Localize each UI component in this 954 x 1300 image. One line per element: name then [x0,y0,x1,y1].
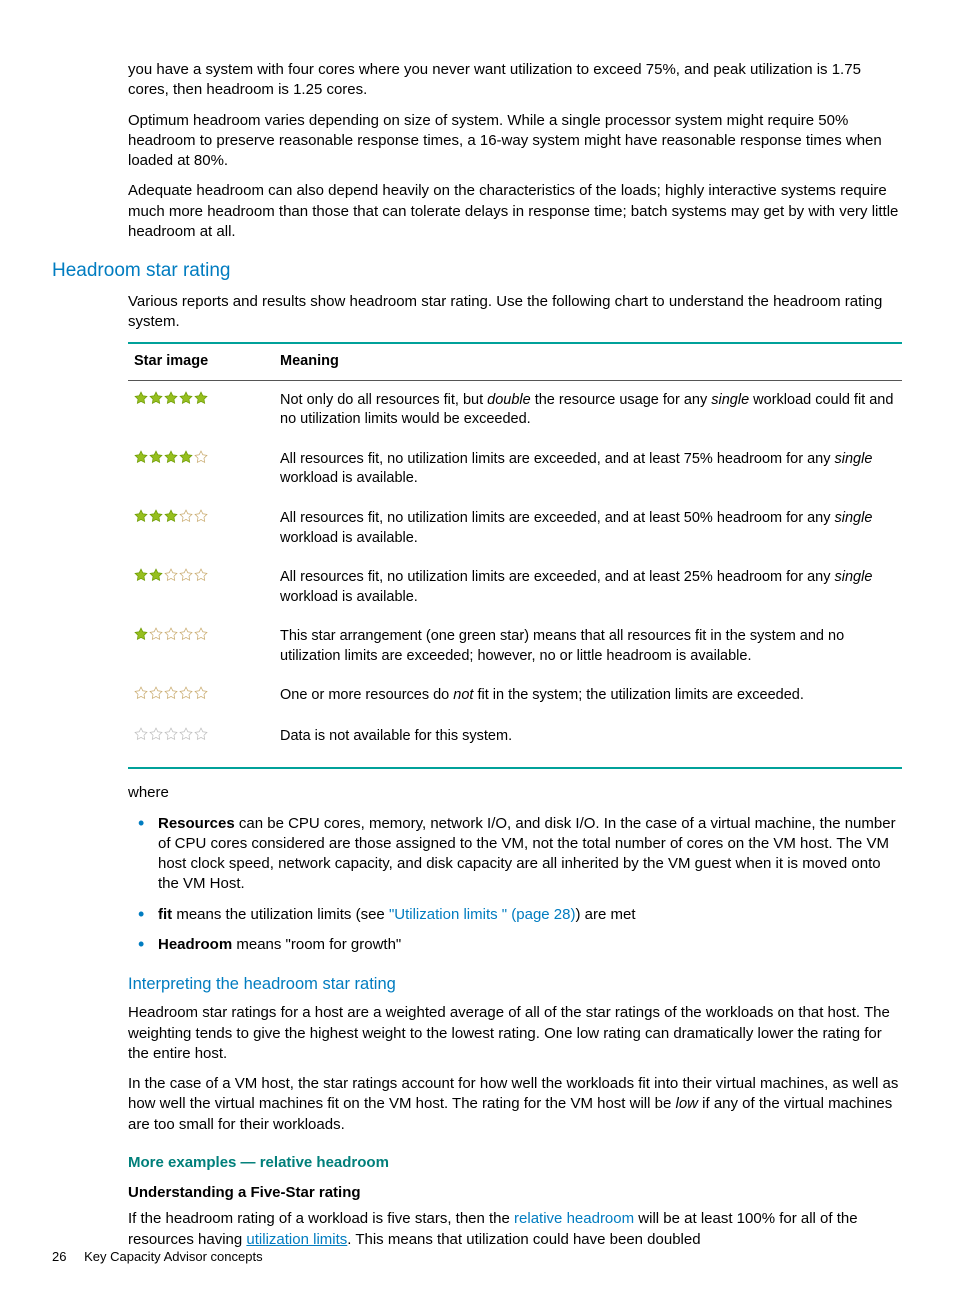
star-outline-icon [164,686,178,700]
star-filled-icon [164,450,178,464]
paragraph: you have a system with four cores where … [128,60,902,101]
star-outline-icon [179,509,193,523]
cell-meaning: All resources fit, no utilization limits… [274,499,902,558]
star-empty-icon [134,727,148,741]
paragraph: Adequate headroom can also depend heavil… [128,181,902,242]
star-rating-icon [134,452,209,468]
cell-stars [128,558,274,617]
table-header-meaning: Meaning [274,343,902,380]
star-filled-icon [149,568,163,582]
cell-meaning: All resources fit, no utilization limits… [274,558,902,617]
list-item: Headroom means "room for growth" [128,935,902,955]
star-filled-icon [134,568,148,582]
star-outline-icon [149,627,163,641]
star-empty-icon [164,727,178,741]
table-bottom-rule [128,767,902,769]
intro-block: you have a system with four cores where … [128,60,902,242]
cell-stars [128,617,274,676]
star-filled-icon [149,450,163,464]
star-filled-icon [134,450,148,464]
paragraph: Headroom star ratings for a host are a w… [128,1003,902,1064]
cell-meaning: Not only do all resources fit, but doubl… [274,380,902,440]
paragraph: In the case of a VM host, the star ratin… [128,1074,902,1135]
star-outline-icon [149,686,163,700]
page-number: 26 [52,1249,66,1264]
star-rating-icon [134,570,209,586]
star-filled-icon [164,509,178,523]
link[interactable]: "Utilization limits " (page 28) [389,906,576,923]
star-empty-icon [149,727,163,741]
cell-stars [128,676,274,717]
table-row: Data is not available for this system. [128,717,902,762]
cell-meaning: Data is not available for this system. [274,717,902,762]
table-header-stars: Star image [128,343,274,380]
paragraph: If the headroom rating of a workload is … [128,1209,902,1250]
page-footer: 26 Key Capacity Advisor concepts [52,1248,263,1266]
where-lead: where [128,783,902,803]
star-filled-icon [194,391,208,405]
star-outline-icon [164,627,178,641]
star-empty-icon [194,727,208,741]
cell-meaning: All resources fit, no utilization limits… [274,440,902,499]
star-outline-icon [194,509,208,523]
star-rating-icon [134,511,209,527]
star-filled-icon [179,450,193,464]
star-rating-icon [134,393,209,409]
star-outline-icon [179,568,193,582]
cell-stars [128,717,274,762]
star-rating-icon [134,629,209,645]
table-row: All resources fit, no utilization limits… [128,440,902,499]
star-rating-icon [134,729,209,745]
cell-meaning: One or more resources do not fit in the … [274,676,902,717]
cell-meaning: This star arrangement (one green star) m… [274,617,902,676]
star-filled-icon [134,509,148,523]
paragraph: Optimum headroom varies depending on siz… [128,111,902,172]
table-row: All resources fit, no utilization limits… [128,558,902,617]
subheading-more-examples: More examples — relative headroom [128,1153,902,1173]
headroom-ratings-table: Star image Meaning Not only do all resou… [128,342,902,761]
star-outline-icon [164,568,178,582]
section-heading-headroom-star-rating: Headroom star rating [52,258,902,284]
paragraph: Various reports and results show headroo… [128,292,902,333]
star-filled-icon [164,391,178,405]
star-outline-icon [194,627,208,641]
star-outline-icon [134,686,148,700]
table-row: One or more resources do not fit in the … [128,676,902,717]
star-outline-icon [194,450,208,464]
star-filled-icon [149,391,163,405]
table-row: Not only do all resources fit, but doubl… [128,380,902,440]
cell-stars [128,380,274,440]
list-item: fit means the utilization limits (see "U… [128,905,902,925]
star-outline-icon [194,568,208,582]
link[interactable]: relative headroom [514,1210,634,1227]
star-outline-icon [194,686,208,700]
subheading-interpreting: Interpreting the headroom star rating [128,973,902,995]
link[interactable]: utilization limits [246,1231,347,1248]
star-filled-icon [134,627,148,641]
star-outline-icon [179,686,193,700]
cell-stars [128,499,274,558]
star-rating-icon [134,688,209,704]
table-row: This star arrangement (one green star) m… [128,617,902,676]
star-filled-icon [149,509,163,523]
definition-list: Resources can be CPU cores, memory, netw… [128,814,902,956]
footer-chapter: Key Capacity Advisor concepts [84,1249,262,1264]
cell-stars [128,440,274,499]
star-outline-icon [179,627,193,641]
table-row: All resources fit, no utilization limits… [128,499,902,558]
subheading-five-star: Understanding a Five-Star rating [128,1183,902,1203]
star-filled-icon [134,391,148,405]
document-page: you have a system with four cores where … [0,0,954,1300]
list-item: Resources can be CPU cores, memory, netw… [128,814,902,895]
star-filled-icon [179,391,193,405]
star-empty-icon [179,727,193,741]
